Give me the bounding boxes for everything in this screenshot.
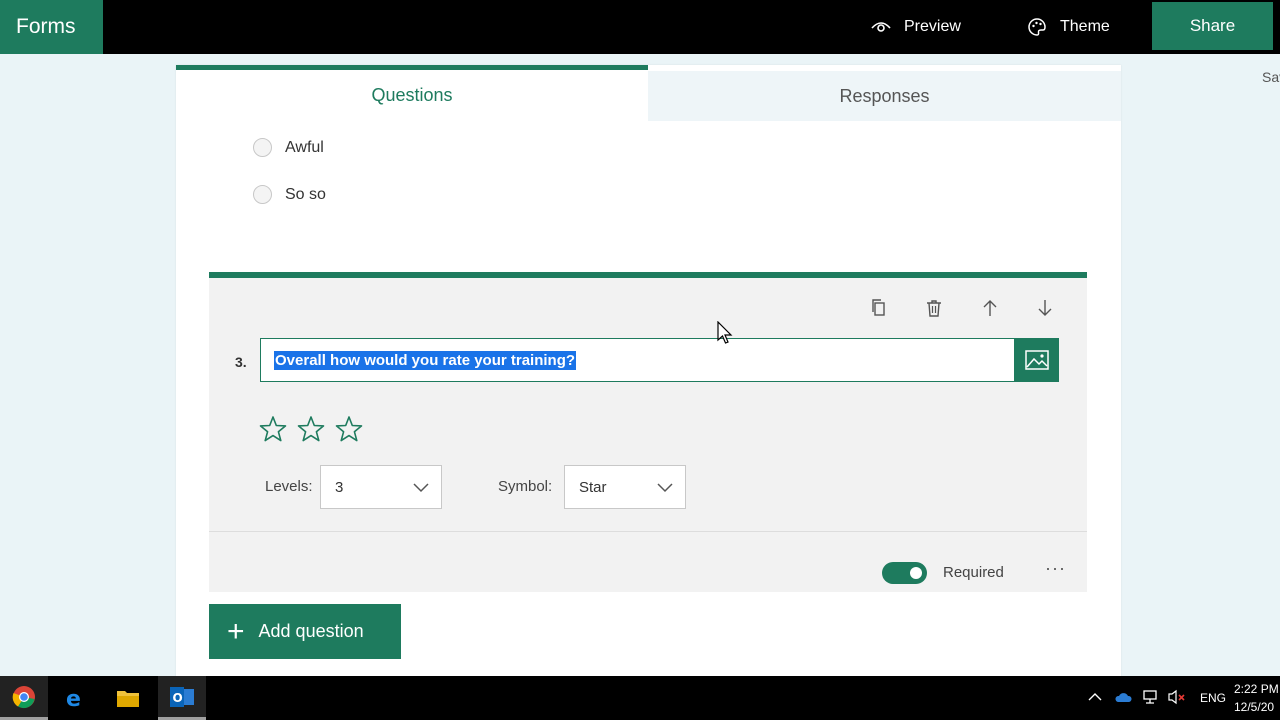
- volume-muted-icon[interactable]: [1168, 689, 1186, 708]
- copy-icon[interactable]: [869, 298, 889, 318]
- svg-text:e: e: [66, 687, 81, 710]
- mouse-cursor: [717, 321, 733, 344]
- chevron-down-icon: [413, 483, 429, 493]
- chrome-icon: [12, 685, 35, 708]
- taskbar-file-explorer[interactable]: [104, 676, 152, 720]
- symbol-dropdown[interactable]: Star: [564, 465, 686, 509]
- taskbar-edge[interactable]: e: [51, 676, 99, 720]
- add-question-label: Add question: [258, 621, 364, 641]
- share-button[interactable]: Share: [1152, 2, 1273, 50]
- choice-option[interactable]: So so: [253, 185, 326, 204]
- delete-icon[interactable]: [924, 298, 944, 318]
- levels-label: Levels:: [265, 478, 313, 495]
- symbol-value: Star: [579, 478, 607, 496]
- outlook-icon: O: [170, 686, 194, 707]
- saved-status: Sav: [1262, 69, 1280, 85]
- required-toggle[interactable]: [882, 562, 927, 584]
- svg-text:O: O: [173, 691, 183, 705]
- divider: [209, 531, 1087, 532]
- rating-stars: [259, 415, 373, 443]
- radio-button[interactable]: [253, 185, 272, 204]
- edge-icon: e: [66, 687, 81, 710]
- choice-option[interactable]: Awful: [253, 138, 324, 157]
- toggle-knob: [910, 567, 922, 579]
- question-title-input[interactable]: Overall how would you rate your training…: [260, 338, 1015, 382]
- question-block: 3. Overall how would you rate your train…: [209, 272, 1087, 592]
- symbol-label: Symbol:: [498, 478, 553, 495]
- chevron-up-icon: [1088, 693, 1102, 701]
- clock-time: 2:22 PM: [1234, 682, 1279, 696]
- file-explorer-icon: [117, 691, 139, 707]
- taskbar-clock[interactable]: 2:22 PM 12/5/20: [1234, 680, 1280, 716]
- chevron-down-icon: [657, 483, 673, 493]
- levels-dropdown[interactable]: 3: [320, 465, 442, 509]
- insert-image-button[interactable]: [1014, 338, 1059, 382]
- taskbar: e O ENG 2:22 PM 12/5/20: [0, 676, 1280, 720]
- preview-button[interactable]: Preview: [870, 0, 961, 54]
- theme-button[interactable]: Theme: [1026, 0, 1110, 54]
- question-title-text: Overall how would you rate your training…: [274, 350, 577, 370]
- theme-label: Theme: [1060, 18, 1110, 35]
- tab-responses[interactable]: Responses: [648, 71, 1121, 121]
- required-label: Required: [943, 564, 1004, 581]
- taskbar-chrome[interactable]: [0, 676, 48, 720]
- eye-icon: [871, 22, 891, 32]
- levels-value: 3: [335, 478, 344, 496]
- add-question-button[interactable]: + Add question: [209, 604, 401, 659]
- star-icon[interactable]: [297, 415, 325, 443]
- move-up-icon[interactable]: [980, 298, 1000, 318]
- show-hidden-icons-button[interactable]: [1088, 691, 1102, 705]
- more-options-button[interactable]: ···: [1045, 558, 1066, 579]
- preview-label: Preview: [904, 18, 961, 35]
- choice-label: So so: [285, 185, 326, 203]
- onedrive-icon[interactable]: [1114, 691, 1132, 706]
- tab-questions[interactable]: Questions: [176, 65, 648, 121]
- top-bar: Forms Preview Theme Share: [0, 0, 1280, 54]
- forms-brand[interactable]: Forms: [0, 0, 103, 54]
- star-icon[interactable]: [335, 415, 363, 443]
- language-indicator[interactable]: ENG: [1200, 691, 1226, 705]
- star-icon[interactable]: [259, 415, 287, 443]
- radio-button[interactable]: [253, 138, 272, 157]
- system-tray: ENG: [1088, 676, 1226, 720]
- image-icon: [1024, 350, 1049, 370]
- choice-label: Awful: [285, 138, 324, 156]
- clock-date: 12/5/20: [1234, 700, 1275, 714]
- plus-icon: +: [227, 614, 245, 648]
- network-icon[interactable]: [1142, 689, 1160, 708]
- taskbar-outlook[interactable]: O: [158, 676, 206, 720]
- question-number: 3.: [235, 354, 247, 370]
- move-down-icon[interactable]: [1035, 298, 1055, 318]
- palette-icon: [1028, 18, 1046, 36]
